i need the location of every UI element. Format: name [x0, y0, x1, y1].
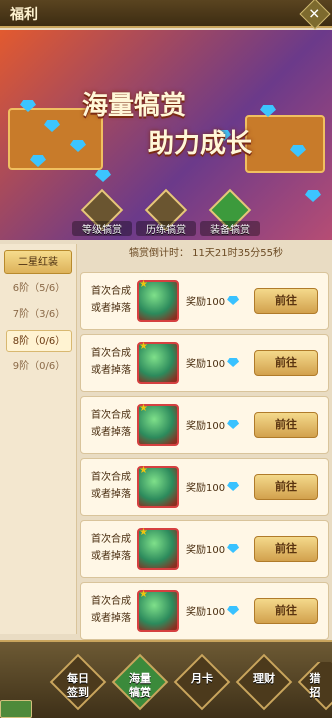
card-desc: 首次合成或者掉落	[91, 534, 131, 562]
tab-training-reward[interactable]: 历练犒赏	[136, 188, 196, 236]
card-desc: 首次合成或者掉落	[91, 596, 131, 624]
reward-amount: 奖励100	[186, 359, 226, 370]
diamond-icon	[227, 482, 240, 491]
list-item: 首次合成或者掉落 ★ 奖励100 前往	[80, 458, 329, 516]
list-item: 首次合成或者掉落 ★ 奖励100 前往	[80, 520, 329, 578]
reward-text: 奖励100	[186, 355, 240, 370]
star-icon: ★	[139, 589, 148, 600]
nav-label: 猎 招	[309, 672, 321, 699]
tab-label: 历练犒赏	[136, 221, 196, 236]
sidebar-header[interactable]: 二星红装	[4, 250, 72, 274]
go-button[interactable]: 前往	[254, 598, 318, 624]
nav-finance[interactable]: 理财	[235, 653, 293, 718]
bottom-nav: 每日 签到 海量 犒赏 月卡 理财 猎 招	[0, 640, 332, 718]
nav-label: 月卡	[191, 672, 213, 685]
go-button[interactable]: 前往	[254, 412, 318, 438]
list-item: 首次合成或者掉落 ★ 奖励100 前往	[80, 334, 329, 392]
reward-countdown: 犒赏倒计时： 11天21时35分55秒	[128, 248, 284, 259]
nav-massive-reward[interactable]: 海量 犒赏	[111, 653, 169, 718]
star-icon: ★	[139, 403, 148, 414]
diamond-icon	[227, 296, 240, 305]
category-sidebar: 二星红装 6阶（5/6） 7阶（3/6） 8阶（0/6） 9阶（0/6）	[0, 244, 77, 634]
banner-title-line2: 助力成长	[148, 129, 253, 159]
top-bar: 福利 ✕	[0, 0, 332, 30]
star-icon: ★	[139, 527, 148, 538]
star-icon: ★	[139, 341, 148, 352]
go-button[interactable]: 前往	[254, 474, 318, 500]
tab-label: 装备犒赏	[200, 221, 260, 236]
nav-monthly-card[interactable]: 月卡	[173, 653, 231, 718]
star-icon: ★	[139, 279, 148, 290]
nav-label: 理财	[253, 672, 275, 685]
reward-text: 奖励100	[186, 293, 240, 308]
list-item: 首次合成或者掉落 ★ 奖励100 前往	[80, 582, 329, 640]
diamond-icon	[95, 170, 111, 182]
card-desc: 首次合成或者掉落	[91, 348, 131, 376]
sidebar-item-6[interactable]: 6阶（5/6）	[6, 278, 72, 300]
reward-amount: 奖励100	[186, 483, 226, 494]
reward-amount: 奖励100	[186, 421, 226, 432]
close-icon: ✕	[308, 6, 321, 23]
diamond-icon	[227, 606, 240, 615]
nav-label: 每日 签到	[67, 672, 89, 699]
diamond-icon	[227, 420, 240, 429]
window-title: 福利	[10, 7, 38, 23]
nav-recruit[interactable]: 猎 招	[298, 662, 332, 718]
list-item: 首次合成或者掉落 ★ 奖励100 前往	[80, 272, 329, 330]
diamond-icon	[227, 358, 240, 367]
go-button[interactable]: 前往	[254, 536, 318, 562]
tab-level-reward[interactable]: 等级犒赏	[72, 188, 132, 236]
treasure-chest-icon	[245, 115, 325, 173]
nav-label: 海量 犒赏	[129, 672, 151, 699]
list-item: 首次合成或者掉落 ★ 奖励100 前往	[80, 396, 329, 454]
reward-amount: 奖励100	[186, 545, 226, 556]
card-desc: 首次合成或者掉落	[91, 472, 131, 500]
sidebar-item-8[interactable]: 8阶（0/6）	[6, 330, 72, 352]
tab-label: 等级犒赏	[72, 221, 132, 236]
reward-amount: 奖励100	[186, 607, 226, 618]
reward-text: 奖励100	[186, 479, 240, 494]
reward-amount: 奖励100	[186, 297, 226, 308]
banner-title-line1: 海量犒赏	[82, 91, 187, 121]
diamond-icon	[227, 544, 240, 553]
reward-text: 奖励100	[186, 603, 240, 618]
go-button[interactable]: 前往	[254, 350, 318, 376]
card-desc: 首次合成或者掉落	[91, 410, 131, 438]
card-desc: 首次合成或者掉落	[91, 286, 131, 314]
nav-daily-signin[interactable]: 每日 签到	[49, 653, 107, 718]
back-arrow-icon[interactable]	[0, 700, 32, 718]
sidebar-item-9[interactable]: 9阶（0/6）	[6, 356, 72, 378]
close-button[interactable]: ✕	[299, 0, 331, 30]
sidebar-item-7[interactable]: 7阶（3/6）	[6, 304, 72, 326]
reward-text: 奖励100	[186, 417, 240, 432]
star-icon: ★	[139, 465, 148, 476]
reward-tabs: 等级犒赏 历练犒赏 装备犒赏	[0, 188, 332, 239]
go-button[interactable]: 前往	[254, 288, 318, 314]
reward-text: 奖励100	[186, 541, 240, 556]
tab-equipment-reward[interactable]: 装备犒赏	[200, 188, 260, 236]
